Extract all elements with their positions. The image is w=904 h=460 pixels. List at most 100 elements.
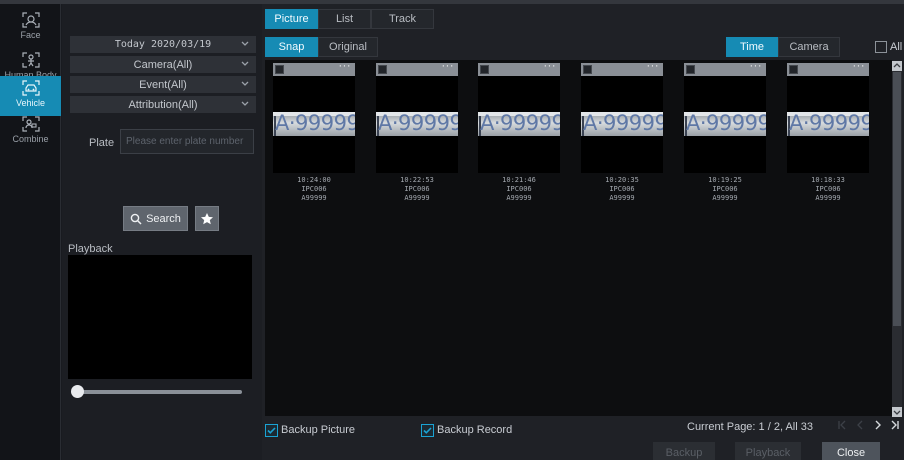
- more-icon[interactable]: ···: [339, 60, 352, 72]
- rail-label: Face: [20, 30, 41, 40]
- result-card[interactable]: ··· A·99999 10:19:25 IPC006 A99999: [684, 60, 766, 203]
- tab-track[interactable]: Track: [371, 9, 434, 29]
- plate-image-text: A·99999: [583, 112, 663, 135]
- card-checkbox[interactable]: [686, 65, 695, 74]
- backup-picture-label: Backup Picture: [281, 424, 355, 436]
- tab-label: List: [335, 13, 354, 25]
- plate-image-text: A·99999: [275, 112, 355, 135]
- card-camera: IPC006: [815, 185, 841, 193]
- chevron-down-icon: [241, 61, 249, 66]
- snapshot-image: A·99999: [376, 76, 458, 173]
- result-card[interactable]: ··· A·99999 10:21:46 IPC006 A99999: [478, 60, 560, 203]
- result-card[interactable]: ··· A·99999 10:22:53 IPC006 A99999: [376, 60, 458, 203]
- card-camera: IPC006: [506, 185, 532, 193]
- tab-picture[interactable]: Picture: [265, 9, 318, 29]
- plate-input[interactable]: [120, 129, 254, 154]
- check-icon: [267, 427, 276, 434]
- attribution-select[interactable]: Attribution(All): [70, 96, 256, 114]
- backup-record-checkbox[interactable]: [421, 424, 434, 437]
- sort-time[interactable]: Time: [726, 37, 778, 57]
- rail-label: Vehicle: [15, 98, 46, 108]
- favorite-button[interactable]: [195, 206, 219, 231]
- plate-image-text: A·99999: [789, 112, 869, 135]
- more-icon[interactable]: ···: [647, 60, 660, 72]
- backup-button[interactable]: Backup: [653, 442, 715, 460]
- sort-camera[interactable]: Camera: [778, 37, 840, 57]
- plate-image: A·99999: [478, 112, 560, 136]
- backup-picture-checkbox[interactable]: [265, 424, 278, 437]
- rail-item-combine[interactable]: Combine: [0, 112, 61, 152]
- card-time: 10:24:00: [297, 176, 331, 184]
- playback-slider-track[interactable]: [76, 390, 242, 394]
- search-icon: [130, 213, 142, 225]
- close-button[interactable]: Close: [822, 442, 880, 460]
- rail-label: Combine: [12, 134, 49, 144]
- card-checkbox[interactable]: [480, 65, 489, 74]
- scroll-up-button[interactable]: [892, 61, 902, 71]
- playback-slider-handle[interactable]: [71, 385, 84, 398]
- face-scan-icon: [21, 12, 40, 28]
- event-select[interactable]: Event(All): [70, 76, 256, 94]
- result-card[interactable]: ··· A·99999 10:24:00 IPC006 A99999: [273, 60, 355, 203]
- playback-view: [68, 255, 252, 379]
- scroll-down-button[interactable]: [892, 407, 902, 417]
- plate-label: Plate: [89, 137, 115, 149]
- tab-label: Track: [388, 13, 417, 25]
- result-card[interactable]: ··· A·99999 10:18:33 IPC006 A99999: [787, 60, 869, 203]
- more-icon[interactable]: ···: [442, 60, 455, 72]
- chevron-down-icon: [241, 81, 249, 86]
- scroll-thumb[interactable]: [893, 72, 901, 326]
- card-checkbox[interactable]: [275, 65, 284, 74]
- star-icon: [201, 212, 213, 224]
- results-scrollbar[interactable]: [892, 61, 902, 417]
- select-all-checkbox[interactable]: [875, 41, 887, 53]
- card-header: ···: [376, 60, 458, 76]
- last-page-icon[interactable]: [889, 418, 901, 432]
- search-button[interactable]: Search: [123, 206, 188, 231]
- more-icon[interactable]: ···: [750, 60, 763, 72]
- backup-record-label: Backup Record: [437, 424, 513, 436]
- camera-select[interactable]: Camera(All): [70, 56, 256, 74]
- sort-label: Camera: [789, 41, 829, 53]
- card-plate: A99999: [301, 194, 327, 202]
- card-plate: A99999: [815, 194, 841, 202]
- first-page-icon[interactable]: [836, 418, 848, 432]
- card-camera: IPC006: [712, 185, 738, 193]
- card-camera: IPC006: [301, 185, 327, 193]
- result-card[interactable]: ··· A·99999 10:20:35 IPC006 A99999: [581, 60, 663, 203]
- tab-label: Picture: [274, 13, 309, 25]
- tab-list[interactable]: List: [318, 9, 371, 29]
- plate-image-text: A·99999: [480, 112, 560, 135]
- snapshot-image: A·99999: [273, 76, 355, 173]
- card-header: ···: [273, 60, 355, 76]
- card-time: 10:21:46: [502, 176, 536, 184]
- playback-button[interactable]: Playback: [735, 442, 801, 460]
- left-rail: Face Human Body Vehicle Combine: [0, 4, 61, 460]
- subtab-original[interactable]: Original: [318, 37, 378, 57]
- card-header: ···: [581, 60, 663, 76]
- subtab-snap[interactable]: Snap: [265, 37, 318, 57]
- plate-image-text: A·99999: [378, 112, 458, 135]
- more-icon[interactable]: ···: [853, 60, 866, 72]
- card-camera: IPC006: [609, 185, 635, 193]
- next-page-icon[interactable]: [872, 418, 884, 432]
- subtab-label: Original: [329, 41, 367, 53]
- card-checkbox[interactable]: [789, 65, 798, 74]
- card-checkbox[interactable]: [378, 65, 387, 74]
- select-all-label: All: [890, 41, 903, 53]
- date-select[interactable]: Today 2020/03/19: [70, 36, 256, 54]
- more-icon[interactable]: ···: [544, 60, 557, 72]
- plate-image: A·99999: [787, 112, 869, 136]
- card-time: 10:20:35: [605, 176, 639, 184]
- prev-page-icon[interactable]: [854, 418, 866, 432]
- backup-button-label: Backup: [665, 447, 703, 459]
- card-camera: IPC006: [404, 185, 430, 193]
- rail-item-face[interactable]: Face: [0, 8, 61, 48]
- page-info: Current Page: 1 / 2, All 33: [687, 421, 813, 433]
- close-button-label: Close: [836, 447, 866, 459]
- card-checkbox[interactable]: [583, 65, 592, 74]
- card-plate: A99999: [609, 194, 635, 202]
- main-panel: Picture List Track Snap Original Time Ca…: [262, 4, 904, 460]
- rail-item-vehicle[interactable]: Vehicle: [0, 76, 61, 116]
- card-plate: A99999: [712, 194, 738, 202]
